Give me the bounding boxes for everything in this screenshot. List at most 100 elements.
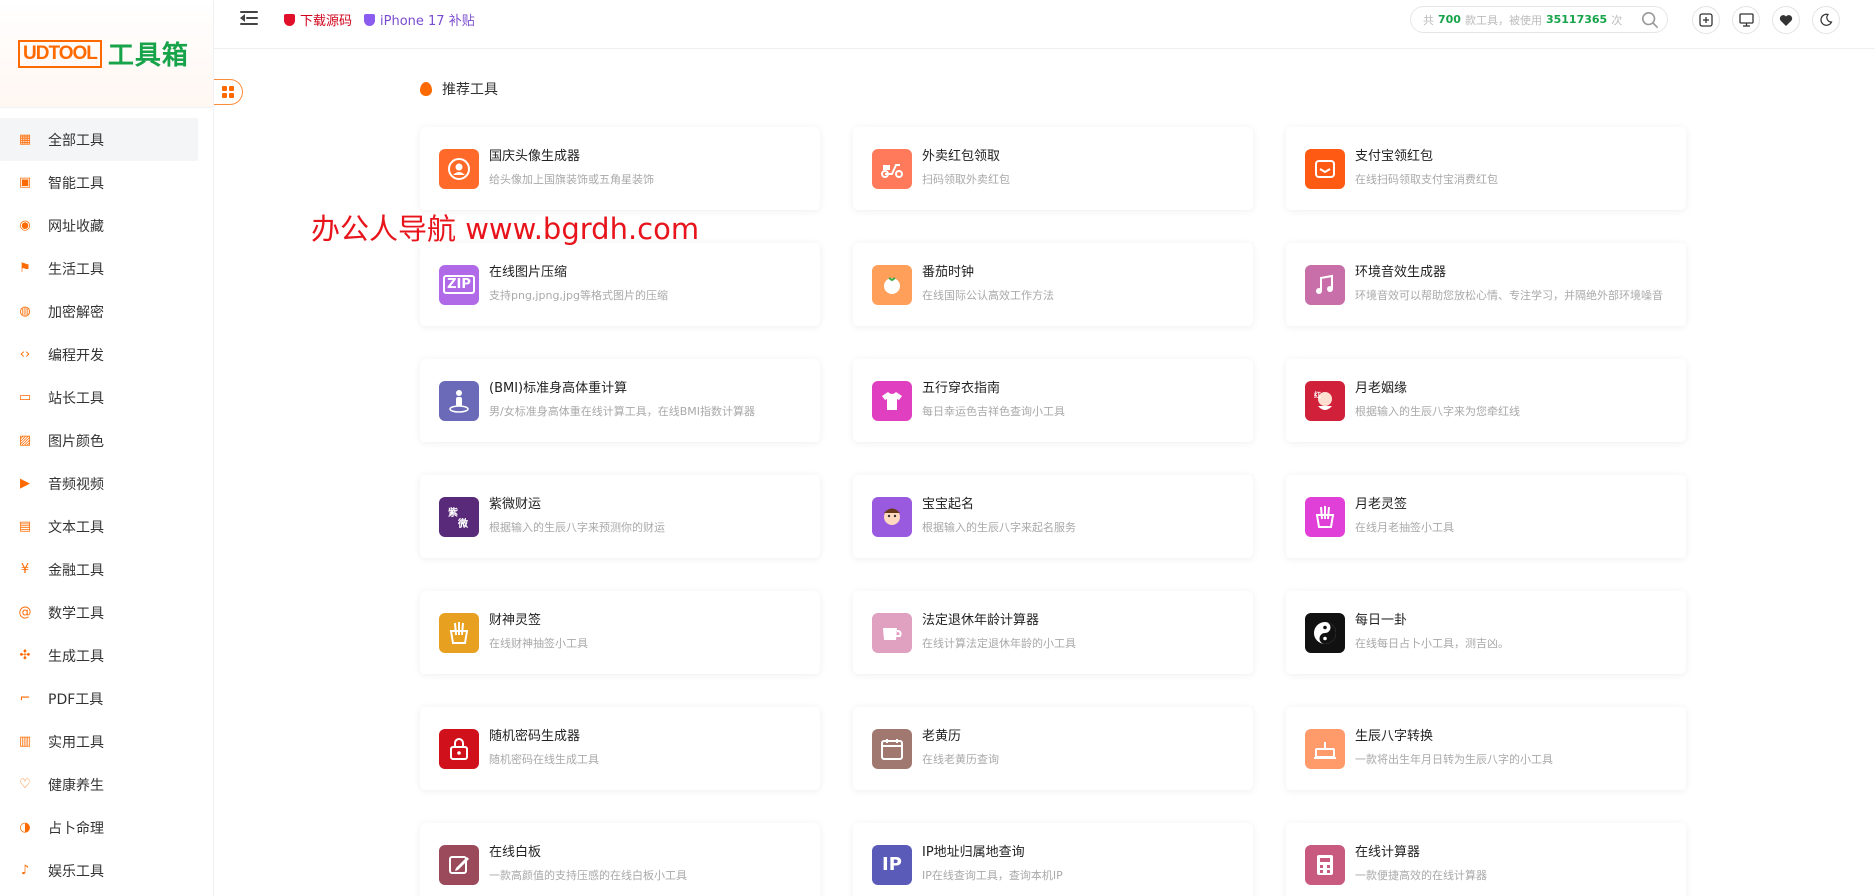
baby-icon — [872, 496, 912, 537]
tool-card[interactable]: 老黄历 在线老黄历查询 — [853, 707, 1253, 790]
svg-text:微: 微 — [457, 517, 469, 530]
toolbox-icon: ▥ — [18, 734, 32, 749]
sidebar-item[interactable]: ⚑ 生活工具 — [0, 247, 198, 290]
person-icon — [439, 380, 479, 421]
sidebar-item[interactable]: ♡ 健康养生 — [0, 763, 198, 806]
tool-card[interactable]: IP IP地址归属地查询 IP在线查询工具，查询本机IP — [853, 823, 1253, 896]
shield-icon — [284, 13, 295, 26]
sidebar-item[interactable]: ✣ 生成工具 — [0, 634, 198, 677]
tool-card[interactable]: 月老灵签 在线月老抽签小工具 — [1286, 475, 1686, 558]
tool-card-title: 在线计算器 — [1355, 845, 1421, 860]
tool-card-description: 根据输入的生辰八字来起名服务 — [922, 521, 1076, 534]
tool-card-text: 五行穿衣指南 每日幸运色吉祥色查询小工具 — [922, 380, 1252, 421]
download-source-label: 下载源码 — [300, 14, 353, 29]
add-icon[interactable] — [1692, 6, 1720, 34]
tool-card[interactable]: 红 月老姻缘 根据输入的生辰八字来为您牵红线 — [1286, 359, 1686, 442]
tool-card-title: 老黄历 — [922, 729, 962, 744]
calligraphy-icon: 紫微 — [439, 496, 479, 537]
search-input[interactable]: 共 700 款工具，被使用 35117365 次 — [1410, 6, 1668, 33]
heart-icon[interactable] — [1772, 6, 1800, 34]
tool-icon-text: ZIP — [443, 275, 475, 294]
grid-icon: ▦ — [18, 132, 32, 147]
tool-card[interactable]: 在线计算器 一款便捷高效的在线计算器 — [1286, 823, 1686, 896]
sidebar-item[interactable]: ▭ 站长工具 — [0, 376, 198, 419]
tool-card-title: 外卖红包领取 — [922, 149, 1001, 164]
tool-card[interactable]: ZIP 在线图片压缩 支持png,jpng,jpg等格式图片的压缩 — [420, 243, 820, 326]
document-icon: ▤ — [18, 519, 32, 534]
tool-card[interactable]: 环境音效生成器 环境音效可以帮助您放松心情、专注学习，并隔绝外部环境噪音 — [1286, 243, 1686, 326]
tool-card[interactable]: 每日一卦 在线每日占卜小工具，测吉凶。 — [1286, 591, 1686, 674]
tool-card[interactable]: 番茄时钟在线国际公认高效工作方法 — [853, 243, 1253, 326]
sidebar-item[interactable]: ▶ 音频视频 — [0, 462, 198, 505]
sidebar-item[interactable]: ▤ 文本工具 — [0, 505, 198, 548]
tool-card-text: 法定退休年龄计算器在线计算法定退休年龄的小工具 — [922, 612, 1252, 653]
tool-card-text: 番茄时钟在线国际公认高效工作方法 — [922, 264, 1252, 305]
sidebar-item[interactable]: ♪ 娱乐工具 — [0, 849, 198, 892]
tool-card[interactable]: 在线白板 一款高颜值的支持压感的在线白板小工具 — [420, 823, 820, 896]
tool-card[interactable]: 法定退休年龄计算器在线计算法定退休年龄的小工具 — [853, 591, 1253, 674]
sidebar-item[interactable]: ¥ 金融工具 — [0, 548, 198, 591]
sidebar-item[interactable]: ⌐ PDF工具 — [0, 677, 198, 720]
sidebar-item[interactable]: ▣ 智能工具 — [0, 161, 198, 204]
tool-card-description: 在线国际公认高效工作方法 — [922, 289, 1054, 302]
sidebar-item[interactable]: ‹› 编程开发 — [0, 333, 198, 376]
svg-text:红: 红 — [1314, 390, 1321, 399]
tool-card[interactable]: (BMI)标准身高体重计算 男/女标准身高体重在线计算工具，在线BMI指数计算器 — [420, 359, 820, 442]
tool-card-description: 在线计算法定退休年龄的小工具 — [922, 637, 1076, 650]
image-icon: ▨ — [18, 433, 32, 448]
menu-toggle-icon[interactable] — [240, 9, 260, 27]
lock-icon: ◍ — [19, 304, 31, 319]
tool-card-description: 随机密码在线生成工具 — [489, 753, 599, 766]
pdf-icon: ⌐ — [19, 691, 31, 706]
sidebar-item[interactable]: ◍ 加密解密 — [0, 290, 198, 333]
sidebar-item-label: 编程开发 — [48, 347, 104, 364]
tool-card[interactable]: 宝宝起名 根据输入的生辰八字来起名服务 — [853, 475, 1253, 558]
tool-card-text: 老黄历 在线老黄历查询 — [922, 728, 1252, 769]
logo[interactable]: UDTOOL 工具箱 — [18, 35, 189, 72]
tool-card-description: 根据输入的生辰八字来预测你的财运 — [489, 521, 665, 534]
sidebar-item[interactable]: ◑ 占卜命理 — [0, 806, 198, 849]
play-icon: ▶ — [20, 476, 30, 491]
sidebar-item[interactable]: ▦ 全部工具 — [0, 118, 198, 161]
tool-card[interactable]: 生辰八字转换 一款将出生年月日转为生辰八字的小工具 — [1286, 707, 1686, 790]
sidebar-item-label: 金融工具 — [48, 562, 104, 579]
tool-card-title: 在线图片压缩 — [489, 265, 568, 280]
tool-card-text: IP地址归属地查询 IP在线查询工具，查询本机IP — [922, 844, 1252, 885]
tool-card[interactable]: 五行穿衣指南 每日幸运色吉祥色查询小工具 — [853, 359, 1253, 442]
tool-card-description: 在线财神抽签小工具 — [489, 637, 588, 650]
tool-card[interactable]: 支付宝领红包 在线扫码领取支付宝消费红包 — [1286, 127, 1686, 210]
sidebar-item[interactable]: @ 数学工具 — [0, 591, 198, 634]
monitor-icon[interactable] — [1732, 6, 1760, 34]
tool-card-text: 生辰八字转换 一款将出生年月日转为生辰八字的小工具 — [1355, 728, 1685, 769]
tool-card-text: 支付宝领红包 在线扫码领取支付宝消费红包 — [1355, 148, 1685, 189]
shield-icon — [364, 13, 375, 26]
sidebar-item-label: 音频视频 — [48, 476, 104, 493]
tool-card-description: 男/女标准身高体重在线计算工具，在线BMI指数计算器 — [489, 405, 755, 418]
sidebar-item-label: 实用工具 — [48, 734, 104, 751]
tool-card-title: 生辰八字转换 — [1355, 729, 1434, 744]
download-source-link[interactable]: 下载源码 — [284, 10, 352, 29]
tool-card[interactable]: 紫微紫微财运 根据输入的生辰八字来预测你的财运 — [420, 475, 820, 558]
search-icon[interactable] — [1641, 11, 1659, 29]
tool-card[interactable]: 国庆头像生成器 给头像加上国旗装饰或五角星装饰 — [420, 127, 820, 210]
moon-icon[interactable] — [1812, 6, 1840, 34]
cup-icon — [872, 612, 912, 653]
code-icon: ‹› — [19, 347, 31, 362]
sidebar-item[interactable]: ▥ 实用工具 — [0, 720, 198, 763]
iphone-subsidy-link[interactable]: iPhone 17 补贴 — [364, 10, 475, 29]
flame-icon — [420, 82, 432, 96]
sidebar-item-label: 图片颜色 — [48, 433, 104, 450]
tool-card-description: 环境音效可以帮助您放松心情、专注学习，并隔绝外部环境噪音 — [1355, 289, 1663, 302]
tool-card-title: 国庆头像生成器 — [489, 149, 581, 164]
tool-card-title: 法定退休年龄计算器 — [922, 613, 1040, 628]
tool-card-title: 番茄时钟 — [922, 265, 975, 280]
tool-card-text: 在线图片压缩 支持png,jpng,jpg等格式图片的压缩 — [489, 264, 819, 305]
sidebar-item[interactable]: ◉ 网址收藏 — [0, 204, 198, 247]
sidebar-item[interactable]: ▨ 图片颜色 — [0, 419, 198, 462]
sidebar-item-label: 加密解密 — [48, 304, 104, 321]
tool-card[interactable]: 财神灵签 在线财神抽签小工具 — [420, 591, 820, 674]
tool-card[interactable]: 外卖红包领取 扫码领取外卖红包 — [853, 127, 1253, 210]
tool-card[interactable]: 随机密码生成器 随机密码在线生成工具 — [420, 707, 820, 790]
tomato-icon — [872, 264, 912, 305]
category-toggle-button[interactable] — [214, 79, 243, 105]
